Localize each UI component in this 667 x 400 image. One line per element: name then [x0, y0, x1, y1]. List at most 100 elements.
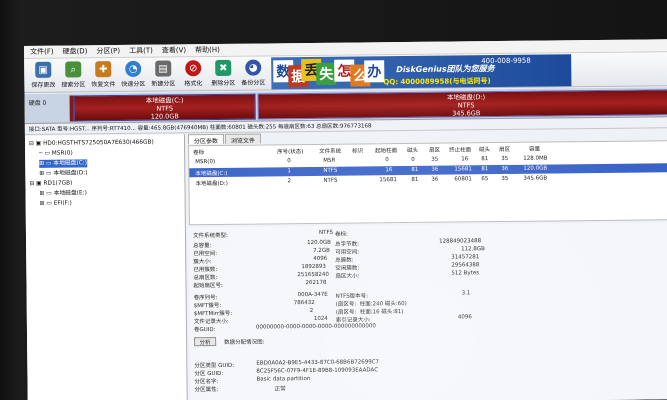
tree-item-e[interactable]: ⊞ ▭ 本地磁盘(E:) — [40, 189, 87, 197]
table-header: 卷标 — [193, 150, 205, 157]
new-partition-label: 新建分区 — [151, 80, 176, 88]
table-header: 起始柱面 — [375, 148, 398, 155]
quick-partition-icon: ◔ — [125, 60, 142, 77]
tab-partition-params[interactable]: 分区参数 — [187, 133, 225, 145]
menu-tools[interactable]: 工具(T) — [129, 46, 153, 56]
recover-files-button[interactable]: ✚ 恢复文件 — [88, 58, 118, 92]
tree-item-rd1[interactable]: ⊟ ▣ RD1(7GB) — [29, 180, 72, 188]
search-partition-label: 搜索分区 — [61, 81, 86, 89]
fs-label: 空闲簇数: — [335, 265, 360, 272]
screen: 文件(F) 硬盘(D) 分区(P) 工具(T) 查看(V) 帮助(H) ▣ 保存更… — [0, 0, 667, 400]
partition-d-block[interactable]: 本地磁盘(D:) NTFS 345.6GB — [257, 89, 667, 120]
delete-partition-button[interactable]: ✖ 删除分区 — [208, 57, 238, 91]
fs-label: 分区类型 GUID: — [194, 362, 235, 370]
fs-value: 112.8GB — [461, 246, 485, 253]
fs-label: 分区名字: — [194, 378, 219, 386]
fs-label: 分区 GUID: — [194, 370, 224, 378]
fs-label: 分区属性: — [194, 386, 219, 394]
tree-item-d[interactable]: ⊞ ▭ 本地磁盘(D:) — [39, 169, 87, 178]
tab-browse-files[interactable]: 浏览文件 — [224, 133, 262, 145]
backup-partition-label: 备份分区 — [241, 79, 266, 87]
fs-value: 29564388 — [451, 262, 480, 269]
fs-label: 已用空间: — [193, 250, 218, 258]
tree-item-hd0[interactable]: ⊟ ▣ HD0:HGSTHTS725050A7E630(466GB) — [29, 139, 154, 148]
search-partition-button[interactable]: ⌕ 搜索分区 — [58, 58, 88, 92]
table-header: 磁头 — [407, 147, 419, 154]
search-icon: ⌕ — [65, 61, 82, 78]
new-partition-button[interactable]: ▤ 新建分区 — [148, 57, 178, 91]
disk-tree: ⊟ ▣ HD0:HGSTHTS725050A7E630(466GB) ─ ▭ M… — [24, 134, 188, 400]
fs-value: 4096 — [313, 255, 328, 262]
fs-label: 簇大小: — [193, 259, 212, 266]
banner-qq: QQ: 4000089958(与电话同号) — [383, 77, 491, 87]
format-label: 格式化 — [184, 80, 203, 88]
table-header: 文件系统 — [319, 148, 342, 155]
allocation-map-label: 数据分配情况图: — [224, 339, 265, 346]
fs-label: 总容量: — [193, 243, 212, 250]
quick-partition-label: 快速分区 — [121, 80, 146, 88]
fs-label: 起始扇区号: — [193, 282, 223, 290]
delete-partition-label: 删除分区 — [211, 79, 236, 88]
save-icon: ▣ — [35, 61, 52, 78]
fs-value: Basic data partition — [256, 376, 311, 383]
ad-banner[interactable]: 数 据 丢 失 怎 么 办 DiskGenius团队为您服务 400-008-9… — [271, 54, 572, 90]
delete-partition-icon: ✖ — [215, 59, 232, 76]
tree-item-efi[interactable]: ⊞ ▭ EFI(F:) — [40, 200, 72, 208]
fs-label: 文件记录大小: — [193, 318, 229, 326]
analyze-button[interactable]: 分析 — [194, 337, 217, 347]
fs-label: 总簇数: — [335, 257, 354, 264]
partition-c-block[interactable]: 本地磁盘(C:) NTFS 120.0GB — [73, 93, 256, 122]
fs-label: (扇区号: — [335, 309, 357, 316]
fs-value: 柱面:16 磁头:81) — [359, 309, 404, 316]
fs-label: 总字节数: — [335, 241, 359, 248]
fs-label: 卷序列号: — [193, 294, 218, 302]
fs-label: 文件系统类型: — [192, 232, 228, 240]
fs-label: (扇区号: — [335, 301, 357, 308]
fs-value: 1024 — [313, 315, 328, 322]
fs-label: 卷GUID: — [193, 327, 216, 334]
banner-char: 办 — [364, 60, 385, 83]
menu-disk[interactable]: 硬盘(D) — [63, 46, 88, 56]
table-header: 标识 — [352, 148, 364, 155]
fs-value: NTFS — [318, 229, 334, 236]
tree-item-msr[interactable]: ─ ▭ MSR(0) — [39, 149, 73, 157]
menu-view[interactable]: 查看(V) — [162, 45, 186, 55]
tree-item-c[interactable]: ⊞ ▭ 本地磁盘(C:) — [39, 159, 88, 168]
fs-value: 3.1 — [461, 290, 471, 297]
recover-files-label: 恢复文件 — [91, 81, 116, 89]
menu-file[interactable]: 文件(F) — [30, 47, 54, 57]
tab-strip: 分区参数 浏览文件 — [187, 133, 262, 145]
fs-value: 8C25F56C-07F9-4F1E-89B8-109093EAADAC — [256, 367, 379, 375]
menu-partition[interactable]: 分区(P) — [96, 46, 120, 56]
table-header: 容量 — [529, 146, 541, 153]
fs-value: 31457281 — [451, 254, 480, 261]
table-header: 扇区 — [429, 147, 441, 154]
format-button[interactable]: ⊘ 格式化 — [178, 57, 208, 91]
partition-c-size: 120.0GB — [150, 112, 179, 121]
fs-label: 扇区大小: — [335, 273, 360, 280]
banner-phone: 400-008-9958 — [481, 56, 531, 66]
save-label: 保存更改 — [31, 81, 56, 89]
banner-brand: DiskGenius团队为您服务 — [396, 64, 495, 75]
table-header: 终止柱面 — [449, 147, 472, 154]
fs-value: 262178 — [305, 279, 327, 287]
fs-label: 可用空间: — [335, 249, 360, 256]
table-header: 序号(状态) — [277, 149, 304, 156]
filesystem-info-panel: 文件系统类型: NTFS 总容量: 120.0GB 已用空间: 7.2GB 簇大… — [188, 222, 667, 400]
table-header: 扇区 — [499, 146, 511, 154]
fs-value: 1892893 — [301, 263, 326, 271]
backup-partition-button[interactable]: ◕ 备份分区 — [238, 56, 268, 90]
save-button[interactable]: ▣ 保存更改 — [28, 59, 58, 93]
fs-value: 000A-347E — [297, 291, 328, 299]
fs-label: 已用簇数: — [193, 266, 218, 274]
menu-help[interactable]: 帮助(H) — [195, 45, 220, 55]
fs-label: 索引记录大小: — [335, 317, 371, 324]
quick-partition-button[interactable]: ◔ 快速分区 — [118, 58, 148, 92]
fs-value: 251658240 — [297, 271, 329, 279]
new-partition-icon: ▤ — [155, 60, 172, 77]
fs-value: 128849023488 — [439, 238, 482, 245]
fs-value: 786432 — [293, 299, 315, 307]
fs-value: EBD0A0A2-B9E5-4433-87C0-68B6B72699C7 — [256, 359, 380, 367]
fs-label: 总扇区数: — [193, 274, 218, 282]
format-icon: ⊘ — [185, 60, 202, 77]
